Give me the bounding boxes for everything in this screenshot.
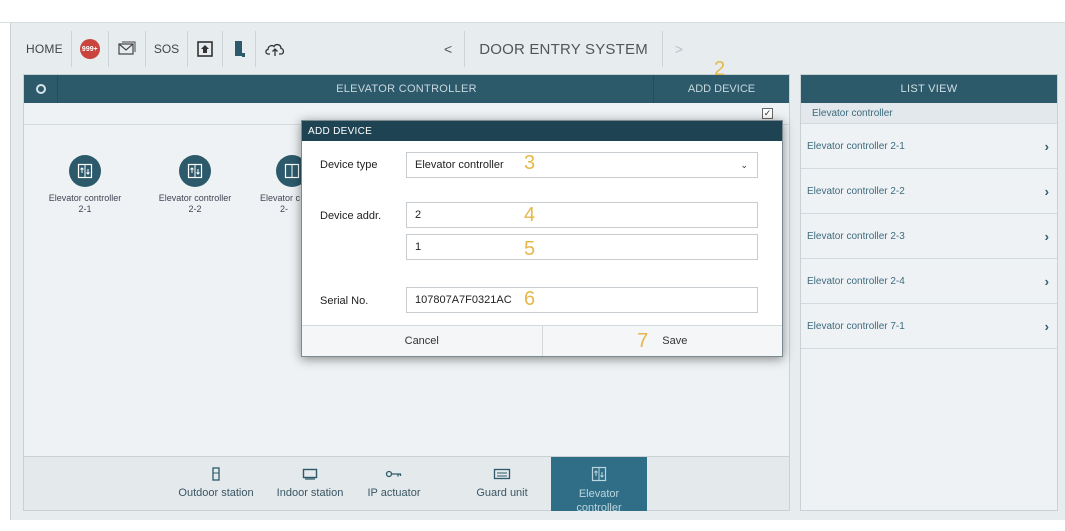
- outdoor-station-icon: [166, 465, 266, 483]
- door-button[interactable]: [223, 31, 257, 67]
- chevron-right-icon: ›: [1044, 138, 1049, 154]
- tab-elevator-controller[interactable]: Elevator controller: [551, 457, 647, 514]
- elevator-icon: [179, 155, 211, 187]
- chevron-right-icon: ›: [1044, 273, 1049, 289]
- list-item-label: Elevator controller 2-4: [807, 275, 905, 287]
- list-item[interactable]: Elevator controller 2-4 ›: [801, 259, 1057, 304]
- add-device-dialog: ADD DEVICE Device type Elevator controll…: [301, 120, 783, 357]
- dialog-footer: Cancel 7 Save: [302, 325, 782, 356]
- addr-value-2: 1: [415, 241, 422, 253]
- serial-input[interactable]: 107807A7F0321AC: [406, 287, 758, 313]
- device-address: 2-2: [188, 204, 202, 214]
- list-view-panel: LIST VIEW Elevator controller Elevator c…: [800, 74, 1058, 511]
- mail-button[interactable]: [109, 31, 146, 67]
- device-addr-label: Device addr.: [320, 210, 382, 222]
- device-label: Elevator controller: [158, 193, 232, 203]
- save-button[interactable]: 7 Save: [543, 326, 783, 356]
- chevron-down-icon: ⌄: [740, 160, 748, 170]
- device-addr-input-1[interactable]: 2: [406, 202, 758, 228]
- home-up-button[interactable]: [188, 31, 224, 67]
- list-item[interactable]: Elevator controller 2-1 ›: [801, 124, 1057, 169]
- cloud-upload-icon: [265, 43, 285, 56]
- panel-header: ELEVATOR CONTROLLER ADD DEVICE: [24, 75, 789, 103]
- device-tile[interactable]: Elevator controller 2-1: [30, 155, 140, 215]
- step-marker-3: 3: [524, 152, 536, 174]
- serial-value: 107807A7F0321AC: [415, 294, 512, 306]
- cloud-upload-button[interactable]: [256, 31, 294, 67]
- step-marker-2: 2: [714, 58, 726, 80]
- device-type-value: Elevator controller: [415, 159, 504, 171]
- list-item[interactable]: Elevator controller 2-2 ›: [801, 169, 1057, 214]
- list-view-header: LIST VIEW: [801, 75, 1057, 103]
- nav-back-button[interactable]: <: [432, 41, 464, 57]
- select-circle-button[interactable]: [24, 75, 58, 103]
- step-marker-5: 5: [524, 238, 536, 260]
- page-title: DOOR ENTRY SYSTEM: [464, 31, 663, 67]
- device-type-select[interactable]: Elevator controller ⌄: [406, 152, 758, 178]
- list-item-label: Elevator controller 2-1: [807, 140, 905, 152]
- circle-icon: [35, 84, 46, 94]
- device-grid: Elevator controller 2-1 Elevator control…: [30, 155, 310, 215]
- step-marker-7: 7: [637, 329, 649, 352]
- chevron-right-icon: ›: [1044, 228, 1049, 244]
- serial-label: Serial No.: [320, 295, 369, 307]
- elevator-icon: [69, 155, 101, 187]
- tab-label: Indoor station: [276, 487, 344, 499]
- chevron-right-icon: ›: [1044, 183, 1049, 199]
- device-addr-input-2[interactable]: 1: [406, 234, 758, 260]
- indoor-station-icon: [266, 465, 354, 483]
- dialog-title: ADD DEVICE: [302, 121, 782, 141]
- addr-value-1: 2: [415, 209, 422, 221]
- tab-label: Elevator controller: [576, 488, 622, 514]
- tab-label: Guard unit: [476, 487, 528, 499]
- tab-ip-actuator[interactable]: IP actuator: [354, 457, 434, 511]
- chevron-right-icon: ›: [1044, 318, 1049, 334]
- alarm-badge-button[interactable]: 999+: [72, 31, 109, 67]
- cancel-button[interactable]: Cancel: [302, 326, 543, 356]
- select-all-checkbox[interactable]: ✓: [762, 108, 773, 119]
- device-type-label: Device type: [320, 159, 378, 171]
- tab-label: Outdoor station: [178, 487, 254, 499]
- device-address: 2-1: [78, 204, 92, 214]
- door-icon: [235, 41, 246, 57]
- breadcrumb: < DOOR ENTRY SYSTEM >: [432, 31, 695, 67]
- guard-unit-icon: [462, 465, 542, 483]
- tab-label: IP actuator: [367, 487, 421, 499]
- nav-forward-button[interactable]: >: [663, 41, 695, 57]
- list-item-label: Elevator controller 2-2: [807, 185, 905, 197]
- list-item[interactable]: Elevator controller 2-3 ›: [801, 214, 1057, 259]
- step-marker-6: 6: [524, 288, 536, 310]
- device-type-tabs: Outdoor station Indoor station IP actuat…: [24, 456, 789, 514]
- step-marker-4: 4: [524, 204, 536, 226]
- tab-outdoor-station[interactable]: Outdoor station: [166, 457, 266, 511]
- tab-indoor-station[interactable]: Indoor station: [266, 457, 354, 511]
- elevator-icon: [551, 465, 647, 483]
- home-button[interactable]: HOME: [18, 31, 72, 67]
- top-bar: HOME 999+ SOS: [18, 31, 294, 67]
- mail-icon: [118, 41, 136, 55]
- device-tile[interactable]: Elevator controller 2-2: [140, 155, 250, 215]
- list-item[interactable]: Elevator controller 7-1 ›: [801, 304, 1057, 349]
- house-up-icon: [197, 41, 213, 57]
- device-label: Elevator controller: [48, 193, 122, 203]
- list-group-label: Elevator controller: [801, 103, 1057, 124]
- list-item-label: Elevator controller 2-3: [807, 230, 905, 242]
- save-label: Save: [662, 335, 688, 347]
- alarm-badge: 999+: [79, 39, 100, 59]
- key-icon: [354, 465, 434, 483]
- window-top-edge: [0, 0, 1065, 23]
- list-item-label: Elevator controller 7-1: [807, 320, 905, 332]
- sos-button[interactable]: SOS: [146, 31, 189, 67]
- tab-guard-unit[interactable]: Guard unit: [462, 457, 542, 511]
